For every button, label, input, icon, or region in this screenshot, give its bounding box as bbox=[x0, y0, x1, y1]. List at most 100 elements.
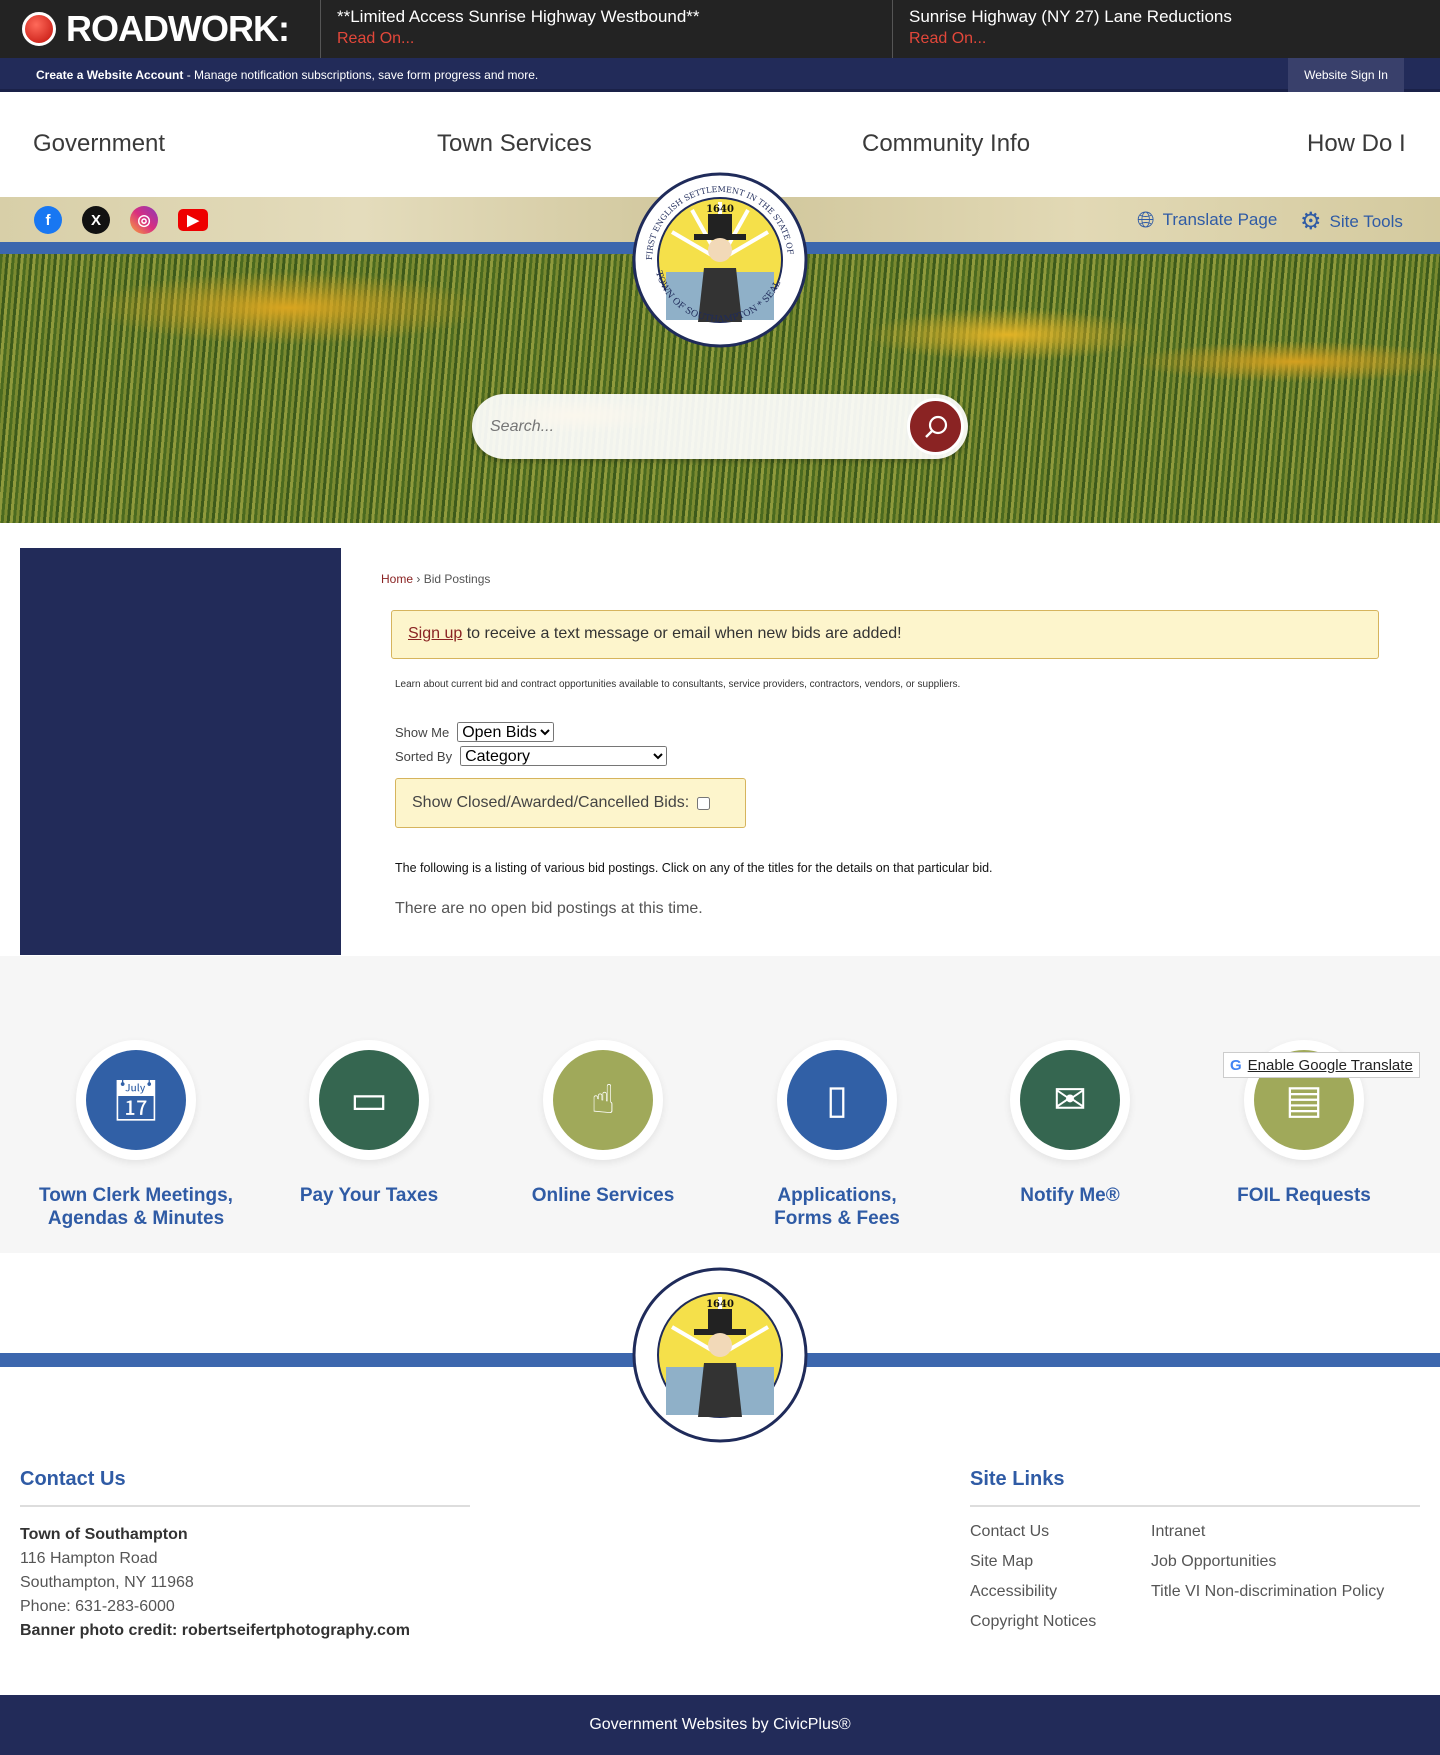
show-closed-box: Show Closed/Awarded/Cancelled Bids: bbox=[395, 778, 746, 828]
touch-icon: ☝︎ bbox=[590, 1078, 616, 1122]
alert-item[interactable]: **Limited Access Sunrise Highway Westbou… bbox=[320, 0, 892, 58]
breadcrumb-current: Bid Postings bbox=[423, 572, 491, 586]
site-link[interactable]: Site Map bbox=[970, 1553, 1033, 1571]
create-account-link[interactable]: Create a Website Account bbox=[36, 68, 183, 82]
sorted-by-row: Sorted By Category bbox=[395, 746, 1381, 766]
civicplus-footer: Government Websites by CivicPlus® bbox=[0, 1695, 1440, 1755]
quick-link-circle: 📅︎ bbox=[86, 1050, 186, 1150]
google-translate-label: Enable Google Translate bbox=[1247, 1056, 1413, 1074]
alert-item-title[interactable]: **Limited Access Sunrise Highway Westbou… bbox=[337, 7, 876, 27]
quick-link[interactable]: 📅︎ Town Clerk Meetings, Agendas & Minutes bbox=[21, 1040, 251, 1230]
show-me-row: Show Me Open Bids bbox=[395, 722, 1381, 742]
site-link[interactable]: Job Opportunities bbox=[1151, 1553, 1276, 1571]
x-icon[interactable]: X bbox=[82, 206, 110, 234]
account-bar: Create a Website Account - Manage notifi… bbox=[0, 58, 1440, 92]
svg-text:1640: 1640 bbox=[706, 1299, 734, 1310]
quick-link-label-line: FOIL Requests bbox=[1237, 1185, 1371, 1206]
search-button[interactable] bbox=[907, 398, 964, 455]
quick-link-ring: 📅︎ bbox=[76, 1040, 196, 1160]
quick-link-label: Town Clerk Meetings, Agendas & Minutes bbox=[21, 1184, 251, 1230]
alert-bar: ROADWORK: **Limited Access Sunrise Highw… bbox=[0, 0, 1440, 58]
listing-description: The following is a listing of various bi… bbox=[395, 861, 993, 875]
account-description: - Manage notification subscriptions, sav… bbox=[183, 68, 539, 82]
svg-text:1640: 1640 bbox=[706, 204, 734, 215]
search-input[interactable] bbox=[490, 412, 870, 442]
gear-icon: ⚙ bbox=[1300, 208, 1322, 235]
translate-page-button[interactable]: 🌐︎ Translate Page bbox=[1137, 207, 1277, 233]
quick-link-circle: ▭ bbox=[319, 1050, 419, 1150]
site-link[interactable]: Copyright Notices bbox=[970, 1613, 1096, 1631]
quick-link[interactable]: ▭ Pay Your Taxes bbox=[254, 1040, 484, 1207]
sorted-by-label: Sorted By bbox=[395, 748, 453, 764]
quick-link-label-line: Online Services bbox=[531, 1185, 675, 1206]
facebook-icon[interactable]: f bbox=[34, 206, 62, 234]
read-on-link[interactable]: Read On... bbox=[909, 30, 1424, 48]
divider bbox=[20, 1505, 470, 1507]
address-city: Southampton, NY 11968 bbox=[20, 1574, 194, 1591]
footer-site-links: Site Links Contact Us Site Map Accessibili… bbox=[970, 1468, 1420, 1643]
quick-link-label: Online Services bbox=[488, 1184, 718, 1207]
quick-link-circle: ✉︎ bbox=[1020, 1050, 1120, 1150]
contact-heading: Contact Us bbox=[20, 1468, 126, 1490]
quick-link[interactable]: ✉︎ Notify Me® bbox=[955, 1040, 1185, 1207]
site-link[interactable]: Title VI Non-discrimination Policy bbox=[1151, 1583, 1384, 1601]
address-street: 116 Hampton Road bbox=[20, 1550, 158, 1567]
alert-item[interactable]: Sunrise Highway (NY 27) Lane Reductions R… bbox=[892, 0, 1440, 58]
site-link[interactable]: Intranet bbox=[1151, 1523, 1205, 1541]
translate-label: Translate Page bbox=[1162, 210, 1278, 229]
sign-up-link[interactable]: Sign up bbox=[408, 625, 462, 642]
quick-link-label-line: Applications, bbox=[777, 1185, 897, 1206]
civicplus-link[interactable]: Government Websites by CivicPlus® bbox=[589, 1716, 850, 1734]
nav-community-info[interactable]: Community Info bbox=[862, 130, 1030, 158]
quick-link-label-line: Notify Me® bbox=[1020, 1185, 1120, 1206]
footer-seal-logo: 1640 bbox=[632, 1267, 808, 1443]
notice-text: to receive a text message or email when … bbox=[462, 625, 902, 642]
alert-title: ROADWORK: bbox=[22, 8, 290, 50]
quick-link[interactable]: ☝︎ Online Services bbox=[488, 1040, 718, 1207]
quick-link-label-line: Forms & Fees bbox=[774, 1208, 900, 1229]
sign-in-button[interactable]: Website Sign In bbox=[1288, 58, 1404, 92]
show-closed-checkbox[interactable] bbox=[697, 796, 711, 810]
sorted-by-select[interactable]: Category bbox=[460, 746, 668, 766]
google-icon: G bbox=[1230, 1056, 1242, 1074]
instagram-icon[interactable]: ◎ bbox=[130, 206, 158, 234]
quick-link-label: Notify Me® bbox=[955, 1184, 1185, 1207]
quick-link-label: FOIL Requests bbox=[1189, 1184, 1419, 1207]
alert-item-title[interactable]: Sunrise Highway (NY 27) Lane Reductions bbox=[909, 7, 1424, 27]
quick-link-ring: ☝︎ bbox=[543, 1040, 663, 1160]
phone: Phone: 631-283-6000 bbox=[20, 1598, 175, 1615]
nav-town-services[interactable]: Town Services bbox=[437, 130, 592, 158]
quick-link-ring: ✉︎ bbox=[1010, 1040, 1130, 1160]
signup-notice: Sign up to receive a text message or ema… bbox=[391, 610, 1379, 659]
divider bbox=[970, 1505, 1420, 1507]
show-me-select[interactable]: Open Bids bbox=[457, 722, 555, 742]
no-bids-message: There are no open bid postings at this t… bbox=[395, 900, 703, 917]
town-seal-logo[interactable]: 1640 FIRST ENGLISH SETTLEMENT IN THE STA… bbox=[632, 172, 808, 348]
document-icon: ▤ bbox=[1285, 1078, 1323, 1122]
quick-link[interactable]: ▯ Applications, Forms & Fees bbox=[722, 1040, 952, 1230]
alert-title-text: ROADWORK: bbox=[66, 8, 290, 49]
org-name: Town of Southampton bbox=[20, 1526, 188, 1543]
site-link[interactable]: Accessibility bbox=[970, 1583, 1057, 1601]
quick-link-ring: ▭ bbox=[309, 1040, 429, 1160]
globe-icon: 🌐︎ bbox=[1137, 207, 1155, 232]
envelope-icon: ✉︎ bbox=[1053, 1078, 1087, 1122]
read-on-link[interactable]: Read On... bbox=[337, 30, 876, 48]
breadcrumb-home[interactable]: Home bbox=[381, 572, 413, 586]
show-me-label: Show Me bbox=[395, 724, 450, 740]
nav-how-do-i[interactable]: How Do I bbox=[1307, 130, 1406, 158]
quick-link-circle: ☝︎ bbox=[553, 1050, 653, 1150]
forms-icon: ▯ bbox=[825, 1078, 848, 1122]
nav-government[interactable]: Government bbox=[33, 130, 165, 158]
site-tools-button[interactable]: ⚙ Site Tools bbox=[1300, 207, 1403, 236]
youtube-icon[interactable]: ▶ bbox=[178, 209, 208, 231]
site-links-heading: Site Links bbox=[970, 1468, 1065, 1490]
breadcrumb: Home › Bid Postings bbox=[381, 572, 1381, 586]
intro-text: Learn about current bid and contract opp… bbox=[395, 679, 961, 690]
google-translate-button[interactable]: G Enable Google Translate bbox=[1223, 1052, 1420, 1078]
main-content: Home › Bid Postings Sign up to receive a… bbox=[381, 560, 1381, 918]
site-link[interactable]: Contact Us bbox=[970, 1523, 1049, 1541]
sidebar bbox=[20, 548, 341, 955]
quick-link-ring: ▯ bbox=[777, 1040, 897, 1160]
calendar-clock-icon: 📅︎ bbox=[110, 1078, 162, 1123]
